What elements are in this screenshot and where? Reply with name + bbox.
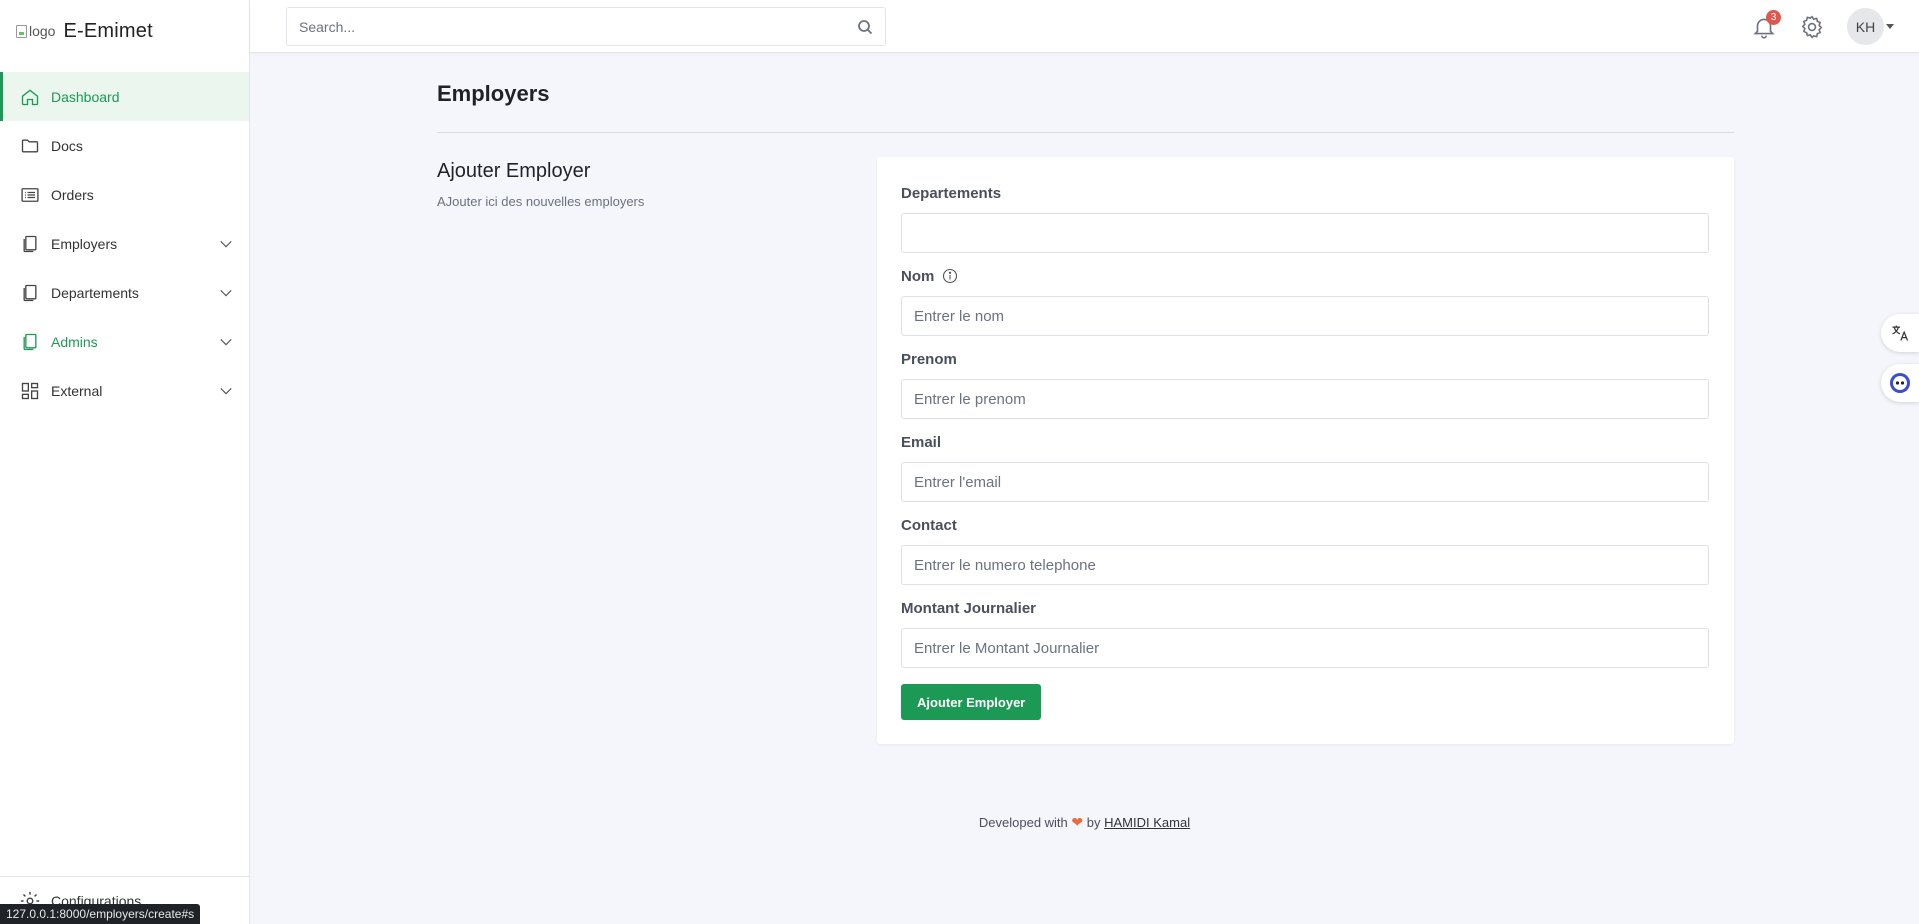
- montant-label: Montant Journalier: [901, 599, 1037, 617]
- add-employer-button[interactable]: Ajouter Employer: [901, 684, 1042, 720]
- divider: [437, 132, 1734, 133]
- sidebar-item-employers[interactable]: Employers: [0, 219, 249, 268]
- home-icon: [19, 86, 41, 108]
- search-icon[interactable]: [857, 19, 873, 35]
- nom-input[interactable]: [901, 296, 1709, 336]
- field-montant: Montant Journalier: [901, 599, 1710, 668]
- list-icon: [19, 184, 41, 206]
- sidebar-item-dashboard[interactable]: Dashboard: [0, 72, 249, 121]
- section-title: Ajouter Employer: [437, 160, 591, 182]
- sidebar-item-label: Admins: [51, 333, 98, 350]
- folder-icon: [19, 135, 41, 157]
- sidebar-item-docs[interactable]: Docs: [0, 121, 249, 170]
- chevron-down-icon: [220, 240, 232, 247]
- sidebar-item-admins[interactable]: Admins: [0, 317, 249, 366]
- prenom-input[interactable]: [901, 379, 1709, 419]
- top-actions: 3 KH: [1751, 8, 1894, 45]
- search-box[interactable]: [286, 7, 886, 46]
- notifications-button[interactable]: 3: [1751, 9, 1781, 40]
- pages-icon: [19, 282, 41, 304]
- footer-by: by: [1086, 815, 1101, 830]
- sidebar-item-external[interactable]: External: [0, 366, 249, 415]
- sidebar: logo E-Emimet Dashboard Docs Orders Empl…: [0, 0, 250, 924]
- email-label: Email: [901, 433, 942, 451]
- translate-icon: [1892, 325, 1909, 341]
- grid-icon: [19, 380, 41, 402]
- brand[interactable]: logo E-Emimet: [0, 0, 249, 62]
- sidebar-item-label: Employers: [51, 235, 118, 252]
- footer-prefix: Developed with: [978, 815, 1068, 830]
- chevron-down-icon: [220, 289, 232, 296]
- prenom-label: Prenom: [901, 350, 957, 368]
- chevron-down-icon: [220, 387, 232, 394]
- main-content: Employers Ajouter Employer AJouter ici d…: [437, 53, 1734, 744]
- field-email: Email: [901, 433, 1710, 502]
- nom-label: Nom: [901, 267, 1710, 285]
- form-section: Ajouter Employer AJouter ici des nouvell…: [437, 157, 1734, 744]
- topbar: 3 KH: [250, 0, 1919, 53]
- caret-down-icon: [1886, 24, 1894, 29]
- field-nom: Nom: [901, 267, 1710, 336]
- sidebar-item-label: Docs: [51, 137, 83, 154]
- status-bar-url: 127.0.0.1:8000/employers/create#s: [0, 904, 201, 924]
- departements-input[interactable]: [901, 213, 1709, 253]
- departements-label: Departements: [901, 184, 1002, 202]
- brand-name: E-Emimet: [63, 19, 153, 42]
- avatar: KH: [1847, 8, 1884, 45]
- chevron-down-icon: [220, 338, 232, 345]
- search-input[interactable]: [299, 18, 857, 35]
- email-input[interactable]: [901, 462, 1709, 502]
- footer: Developed with ❤ by HAMIDI Kamal: [250, 814, 1919, 831]
- section-subtitle: AJouter ici des nouvelles employers: [437, 194, 645, 209]
- sidebar-item-label: External: [51, 382, 103, 399]
- translate-widget-button[interactable]: [1881, 314, 1919, 352]
- pages-icon: [19, 331, 41, 353]
- info-icon[interactable]: [942, 268, 958, 284]
- author-link[interactable]: HAMIDI Kamal: [1104, 815, 1190, 830]
- logo-image: logo: [16, 23, 55, 39]
- add-employer-form: Departements Nom Prenom Email Contact: [877, 157, 1734, 744]
- sidebar-item-label: Dashboard: [51, 88, 120, 105]
- robot-icon: [1890, 373, 1910, 393]
- sidebar-item-orders[interactable]: Orders: [0, 170, 249, 219]
- contact-input[interactable]: [901, 545, 1709, 585]
- sidebar-item-departements[interactable]: Departements: [0, 268, 249, 317]
- montant-input[interactable]: [901, 628, 1709, 668]
- sidebar-item-label: Orders: [51, 186, 94, 203]
- logo-alt-text: logo: [29, 23, 56, 39]
- field-departements: Departements: [901, 184, 1710, 253]
- section-description: Ajouter Employer AJouter ici des nouvell…: [437, 157, 877, 744]
- pages-icon: [19, 233, 41, 255]
- user-menu[interactable]: KH: [1847, 8, 1894, 45]
- broken-image-icon: [16, 24, 27, 38]
- contact-label: Contact: [901, 516, 957, 534]
- page-title: Employers: [437, 81, 550, 106]
- assistant-widget-button[interactable]: [1881, 364, 1919, 402]
- sidebar-nav: Dashboard Docs Orders Employers Departem…: [0, 72, 249, 415]
- gear-icon[interactable]: [1799, 14, 1825, 40]
- field-contact: Contact: [901, 516, 1710, 585]
- field-prenom: Prenom: [901, 350, 1710, 419]
- sidebar-item-label: Departements: [51, 284, 139, 301]
- heart-icon: ❤: [1071, 814, 1084, 830]
- notification-badge: 3: [1766, 9, 1781, 25]
